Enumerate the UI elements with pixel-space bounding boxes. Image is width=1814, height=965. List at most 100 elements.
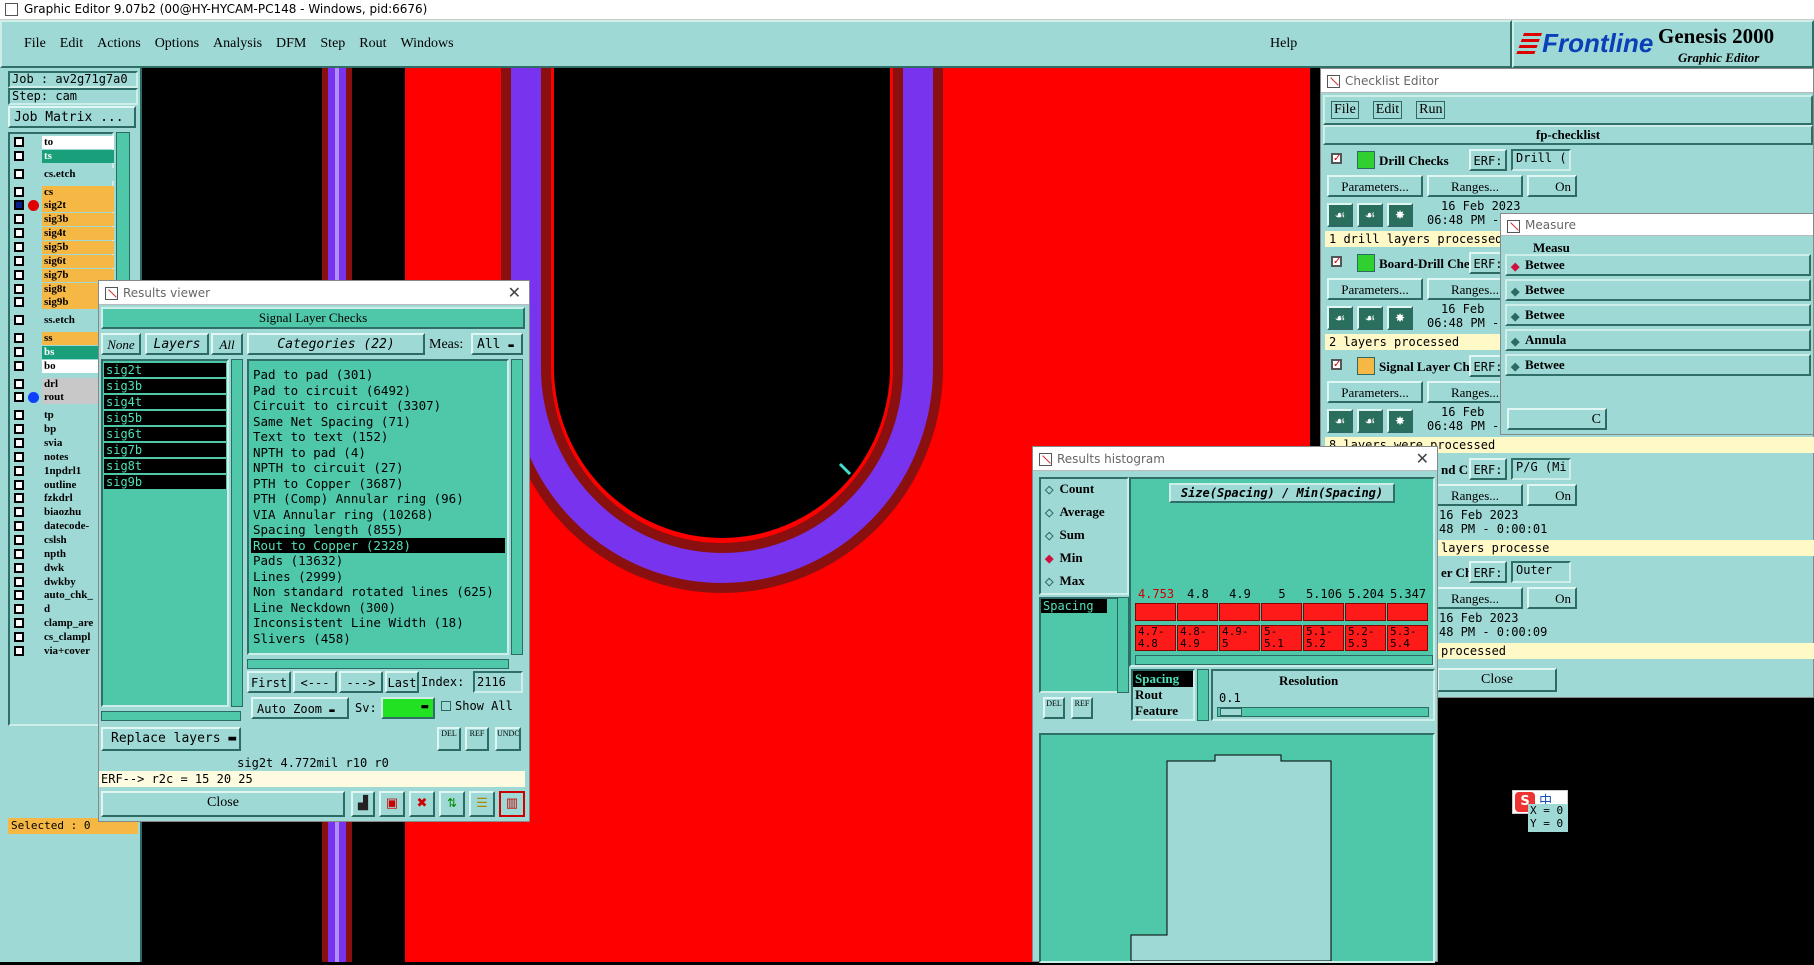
menu-options[interactable]: Options xyxy=(155,36,199,51)
check-enable-checkbox[interactable]: ✓ xyxy=(1331,256,1342,267)
auto-zoom-dropdown[interactable]: Auto Zoom ▬ xyxy=(251,697,349,719)
histogram-meas-scrollbar[interactable] xyxy=(1197,669,1209,721)
hist-mode-count[interactable]: ◇ Count xyxy=(1045,481,1094,497)
run-icon[interactable]: ☙ xyxy=(1327,306,1353,330)
checklist-menu-run[interactable]: Run xyxy=(1416,101,1446,119)
category-item[interactable]: NPTH to pad (4) xyxy=(251,445,505,461)
layer-checkbox[interactable] xyxy=(14,451,24,462)
layer-row[interactable]: ss xyxy=(12,332,114,346)
run-all-icon[interactable]: ☙ xyxy=(1357,306,1383,330)
checklist-menu-file[interactable]: File xyxy=(1331,101,1359,119)
on-button[interactable]: On xyxy=(1527,484,1577,506)
layer-checkbox[interactable] xyxy=(14,507,24,518)
layer-checkbox[interactable] xyxy=(14,521,24,532)
results-layer-scrollbar[interactable] xyxy=(231,359,243,707)
hist-mode-min[interactable]: ◆ Min xyxy=(1045,550,1083,566)
layer-row[interactable]: sig6t xyxy=(12,254,114,268)
layer-row[interactable]: via+cover xyxy=(12,644,114,658)
layer-checkbox[interactable] xyxy=(14,137,24,147)
undo-button[interactable]: UNDO xyxy=(495,727,521,751)
layer-row[interactable]: sig9b xyxy=(12,296,114,310)
layer-row[interactable]: sig5b xyxy=(12,240,114,254)
layer-row[interactable]: notes xyxy=(12,450,114,464)
histogram-list-item[interactable]: Spacing xyxy=(1041,599,1107,613)
hist-meas-item[interactable]: Rout xyxy=(1133,687,1193,703)
layer-row[interactable]: cs xyxy=(12,185,114,199)
erf-value[interactable]: Drill ( xyxy=(1511,149,1571,171)
run-icon[interactable]: ☙ xyxy=(1327,409,1353,433)
hist-mode-sum[interactable]: ◇ Sum xyxy=(1045,527,1085,543)
erf-value[interactable]: Outer xyxy=(1511,561,1571,583)
run-all-icon[interactable]: ☙ xyxy=(1357,409,1383,433)
categories-hscroll[interactable] xyxy=(247,659,509,669)
category-item[interactable]: Inconsistent Line Width (18) xyxy=(251,615,505,631)
layer-name[interactable]: sig2t xyxy=(42,199,114,213)
layer-checkbox[interactable] xyxy=(14,562,24,573)
menu-rout[interactable]: Rout xyxy=(359,36,386,51)
layer-checkbox[interactable] xyxy=(14,200,24,211)
resolution-slider[interactable] xyxy=(1217,707,1429,717)
layer-name[interactable]: sig5b xyxy=(42,240,114,254)
layer-checkbox[interactable] xyxy=(14,438,24,448)
layer-name[interactable]: sig3b xyxy=(42,213,114,227)
layer-row[interactable]: dwk xyxy=(12,561,114,575)
measure-close-button[interactable]: C xyxy=(1507,408,1607,430)
layer-row[interactable]: d xyxy=(12,603,114,617)
category-item[interactable]: Lines (2999) xyxy=(251,569,505,585)
checklist-close-button[interactable]: Close xyxy=(1437,668,1557,692)
run-icon[interactable]: ☙ xyxy=(1327,203,1353,227)
del-button[interactable]: DEL xyxy=(437,727,461,751)
layer-row[interactable]: sig8t xyxy=(12,282,114,296)
sv-color-dropdown[interactable]: ▬ xyxy=(381,697,435,719)
layer-checkbox[interactable] xyxy=(14,186,24,197)
hist-mode-max[interactable]: ◇ Max xyxy=(1045,573,1085,589)
category-item[interactable]: Text to text (152) xyxy=(251,429,505,445)
replace-layers-button[interactable]: Replace layers ▬ xyxy=(101,727,241,751)
histogram-ref-button[interactable]: REF xyxy=(1071,697,1093,719)
layer-checkbox[interactable] xyxy=(14,214,24,225)
layer-checkbox[interactable] xyxy=(14,604,24,615)
on-button[interactable]: On xyxy=(1527,587,1577,609)
chart-icon[interactable]: ▟ xyxy=(351,791,375,817)
layer-checkbox[interactable] xyxy=(14,645,24,656)
layer-name[interactable]: ts xyxy=(42,149,114,163)
layer-row[interactable]: outline xyxy=(12,478,114,492)
measure-option[interactable]: ◆ Betwee xyxy=(1505,279,1811,301)
layer-row[interactable]: sig2t xyxy=(12,199,114,213)
hist-bar[interactable] xyxy=(1387,603,1428,621)
hist-meas-item[interactable]: Feature xyxy=(1133,703,1193,719)
histogram-icon[interactable]: ▥ xyxy=(499,791,525,817)
parameters-button[interactable]: Parameters... xyxy=(1327,175,1423,197)
layer-checkbox[interactable] xyxy=(14,168,24,179)
layer-row[interactable]: rout xyxy=(12,391,114,405)
hist-mode-average[interactable]: ◇ Average xyxy=(1045,504,1105,520)
menu-step[interactable]: Step xyxy=(320,36,345,51)
layer-checkbox[interactable] xyxy=(14,346,24,357)
measure-option[interactable]: ◆ Betwee xyxy=(1505,354,1811,376)
histogram-list-scrollbar[interactable] xyxy=(1117,597,1129,693)
hist-bar[interactable] xyxy=(1135,603,1176,621)
job-matrix-button[interactable]: Job Matrix ... xyxy=(8,106,136,128)
layer-checkbox[interactable] xyxy=(14,360,24,371)
result-layer-item[interactable]: sig4t xyxy=(104,395,226,409)
layer-row[interactable]: clamp_are xyxy=(12,617,114,631)
hist-bar[interactable] xyxy=(1345,603,1386,621)
layers-label-button[interactable]: Layers xyxy=(145,333,209,355)
layer-checkbox[interactable] xyxy=(14,479,24,490)
category-item[interactable]: PTH (Comp) Annular ring (96) xyxy=(251,491,505,507)
report-icon[interactable]: ☰ xyxy=(469,791,495,817)
category-item[interactable]: PTH to Copper (3687) xyxy=(251,476,505,492)
layer-checkbox[interactable] xyxy=(14,150,24,161)
ranges-button[interactable]: Ranges... xyxy=(1427,587,1523,609)
layer-checkbox[interactable] xyxy=(14,410,24,421)
layer-row[interactable]: drl xyxy=(12,377,114,391)
meas-dropdown[interactable]: All ▬ xyxy=(471,333,523,355)
measure-option[interactable]: ◆ Betwee xyxy=(1505,254,1811,276)
erf-value[interactable]: P/G (Mi xyxy=(1511,458,1571,480)
result-layer-item[interactable]: sig8t xyxy=(104,459,226,473)
stop-icon[interactable]: ✸ xyxy=(1387,409,1413,433)
measure-option[interactable]: ◆ Betwee xyxy=(1505,304,1811,326)
stop-icon[interactable]: ✸ xyxy=(1387,203,1413,227)
layer-row[interactable]: 1npdrl1 xyxy=(12,464,114,478)
menu-dfm[interactable]: DFM xyxy=(276,36,306,51)
